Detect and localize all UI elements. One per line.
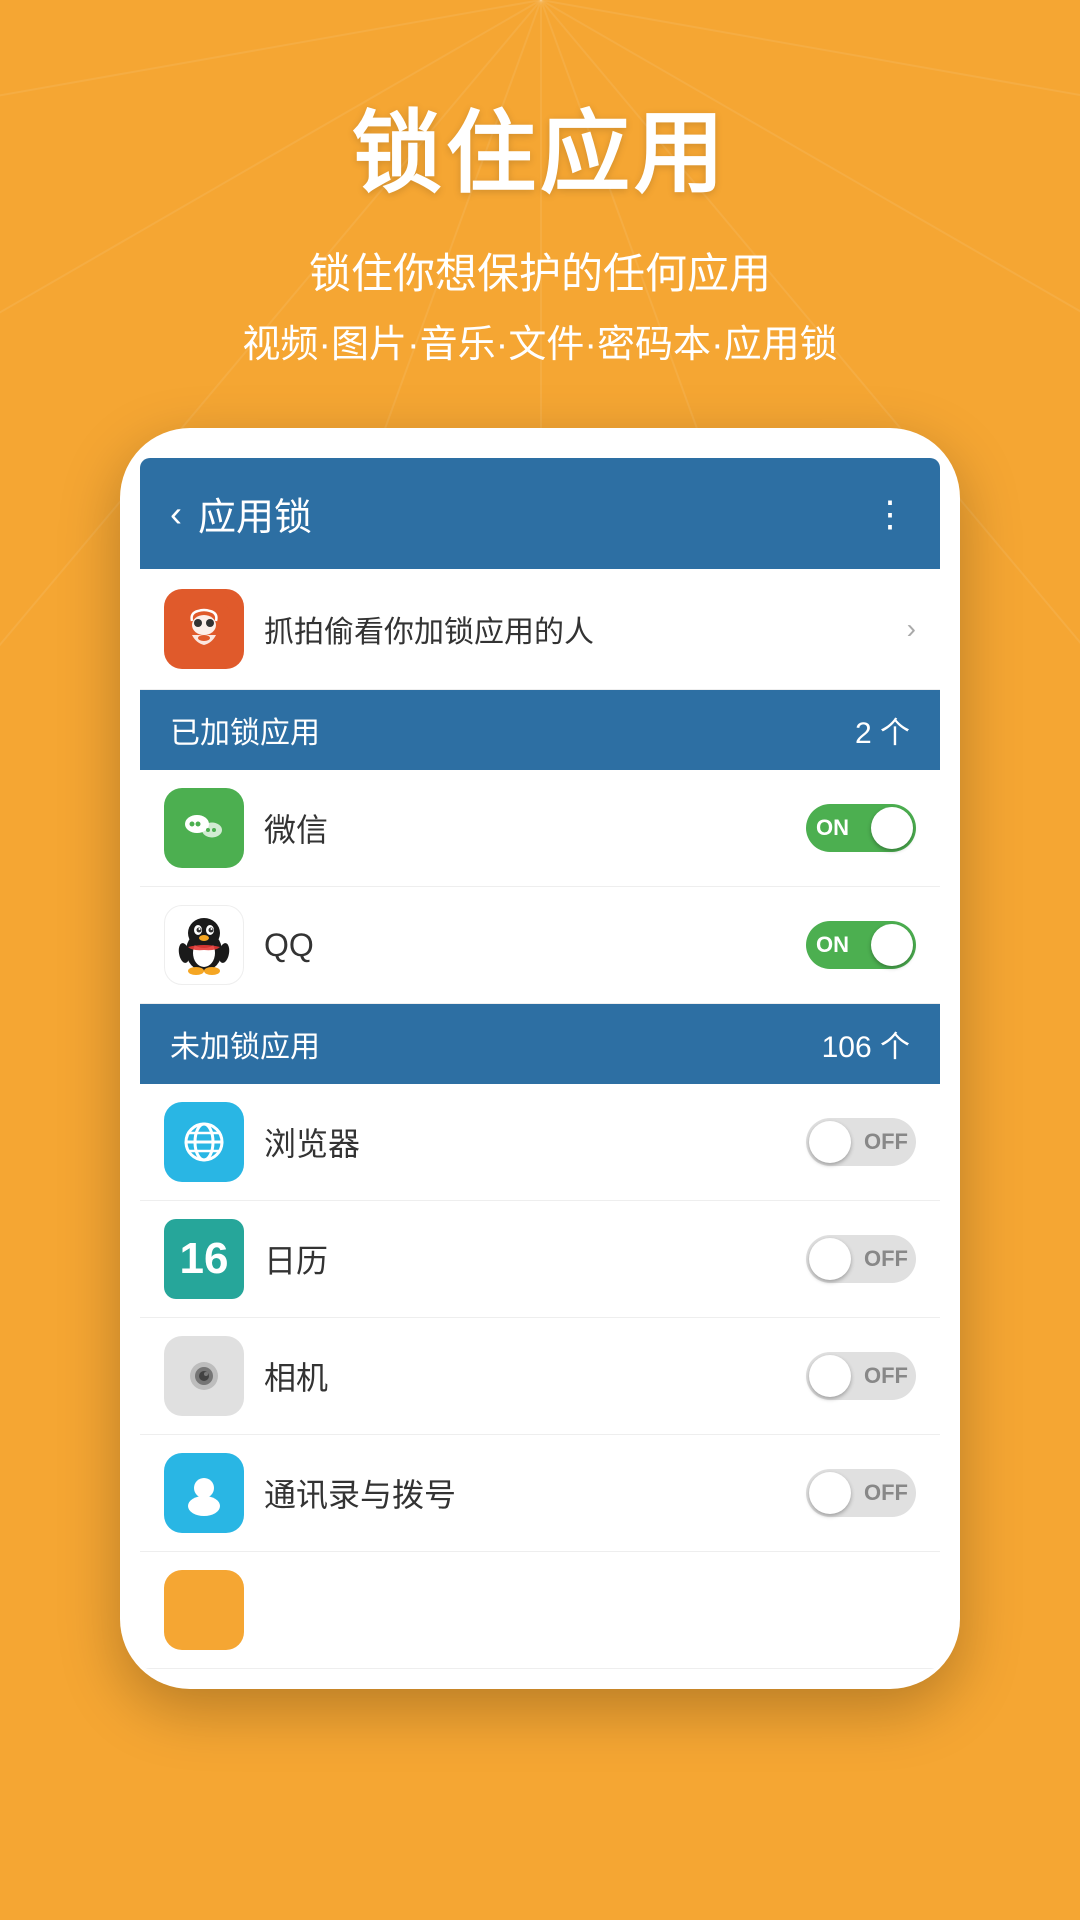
app-bar: ‹ 应用锁 ⋮ — [140, 458, 940, 569]
wechat-toggle-thumb — [871, 807, 913, 849]
camera-row: 相机 OFF — [140, 1318, 940, 1435]
spy-icon — [164, 589, 244, 669]
calendar-name: 日历 — [264, 1236, 786, 1282]
phone-mockup: ‹ 应用锁 ⋮ — [120, 428, 960, 1689]
browser-toggle-label: OFF — [864, 1129, 908, 1155]
locked-title: 已加锁应用 — [170, 708, 320, 752]
locked-section-header: 已加锁应用 2 个 — [140, 690, 940, 770]
page-title: 锁住应用 — [0, 80, 1080, 210]
calendar-toggle-label: OFF — [864, 1246, 908, 1272]
back-button[interactable]: ‹ — [170, 493, 182, 535]
wechat-toggle[interactable]: ON — [806, 804, 916, 852]
contacts-icon — [164, 1453, 244, 1533]
browser-icon — [164, 1102, 244, 1182]
wechat-icon — [164, 788, 244, 868]
phone-screen: ‹ 应用锁 ⋮ — [140, 458, 940, 1669]
contacts-toggle-thumb — [809, 1472, 851, 1514]
calendar-toggle[interactable]: OFF — [806, 1235, 916, 1283]
spy-row[interactable]: 抓拍偷看你加锁应用的人 › — [140, 569, 940, 690]
qq-name: QQ — [264, 927, 786, 964]
wechat-toggle-label: ON — [816, 815, 849, 841]
partial-icon — [164, 1570, 244, 1650]
subtitle-2: 视频·图片·音乐·文件·密码本·应用锁 — [0, 313, 1080, 368]
browser-toggle-thumb — [809, 1121, 851, 1163]
appbar-title: 应用锁 — [198, 486, 312, 541]
qq-row: QQ ON — [140, 887, 940, 1004]
header-area: 锁住应用 锁住你想保护的任何应用 视频·图片·音乐·文件·密码本·应用锁 — [0, 0, 1080, 428]
subtitle-1: 锁住你想保护的任何应用 — [0, 240, 1080, 301]
qq-toggle-thumb — [871, 924, 913, 966]
calendar-row: 16 日历 OFF — [140, 1201, 940, 1318]
contacts-toggle[interactable]: OFF — [806, 1469, 916, 1517]
contacts-toggle-label: OFF — [864, 1480, 908, 1506]
browser-row: 浏览器 OFF — [140, 1084, 940, 1201]
unlocked-title: 未加锁应用 — [170, 1022, 320, 1066]
spy-chevron-icon: › — [907, 613, 916, 645]
calendar-toggle-thumb — [809, 1238, 851, 1280]
qq-toggle[interactable]: ON — [806, 921, 916, 969]
locked-count: 2 个 — [855, 708, 910, 752]
phone-outer: ‹ 应用锁 ⋮ — [120, 428, 960, 1689]
browser-toggle[interactable]: OFF — [806, 1118, 916, 1166]
more-button[interactable]: ⋮ — [872, 493, 910, 535]
camera-icon — [164, 1336, 244, 1416]
browser-name: 浏览器 — [264, 1119, 786, 1165]
contacts-row: 通讯录与拨号 OFF — [140, 1435, 940, 1552]
camera-toggle-label: OFF — [864, 1363, 908, 1389]
qq-icon — [164, 905, 244, 985]
contacts-name: 通讯录与拨号 — [264, 1470, 786, 1516]
camera-toggle[interactable]: OFF — [806, 1352, 916, 1400]
camera-toggle-thumb — [809, 1355, 851, 1397]
qq-toggle-label: ON — [816, 932, 849, 958]
calendar-icon: 16 — [164, 1219, 244, 1299]
unlocked-count: 106 个 — [822, 1022, 910, 1066]
spy-text: 抓拍偷看你加锁应用的人 — [264, 607, 887, 651]
unlocked-section-header: 未加锁应用 106 个 — [140, 1004, 940, 1084]
camera-name: 相机 — [264, 1353, 786, 1399]
wechat-row: 微信 ON — [140, 770, 940, 887]
wechat-name: 微信 — [264, 805, 786, 851]
partial-row — [140, 1552, 940, 1669]
